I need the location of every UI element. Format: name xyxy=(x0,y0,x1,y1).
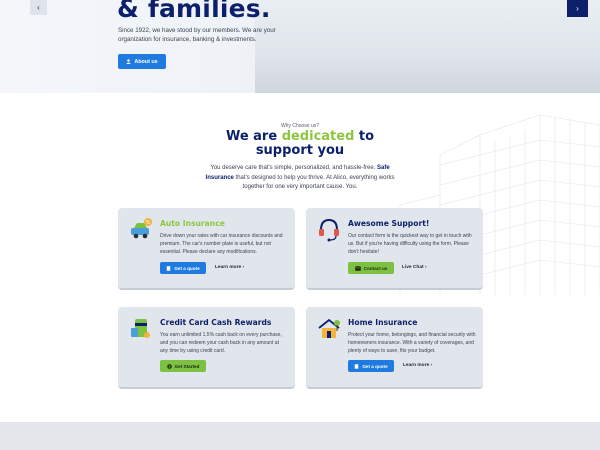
section-headline: We are dedicated to support you xyxy=(0,130,600,158)
card-auto-insurance: % Auto Insurance Drive down your rates w… xyxy=(118,208,295,290)
get-quote-button[interactable]: Get a quote xyxy=(160,262,206,274)
live-chat-link[interactable]: Live Chat › xyxy=(402,265,427,270)
chevron-left-icon: ‹ xyxy=(37,3,40,12)
chevron-right-icon: › xyxy=(430,363,433,368)
card-title: Awesome Support! xyxy=(348,219,430,228)
contact-us-button[interactable]: Contact us xyxy=(348,262,394,274)
hero-description: Since 1922, we have stood by our members… xyxy=(118,27,276,44)
document-icon xyxy=(167,265,171,271)
link-label: Learn more xyxy=(403,363,430,368)
card-credit-card-rewards: Credit Card Cash Rewards You earn unlimi… xyxy=(118,307,295,389)
user-icon xyxy=(126,59,132,64)
hero-section: & families. Since 1922, we have stood by… xyxy=(0,0,600,93)
car-icon: % xyxy=(131,218,152,239)
get-quote-button[interactable]: Get a quote xyxy=(348,360,394,372)
home-icon xyxy=(318,318,340,338)
hero-title: & families. xyxy=(117,0,271,23)
button-label: Get a quote xyxy=(362,363,388,369)
card-description: Drive down your rates with car insurance… xyxy=(160,233,283,256)
card-title: Auto Insurance xyxy=(160,219,225,228)
page: & families. Since 1922, we have stood by… xyxy=(0,0,600,450)
card-title: Credit Card Cash Rewards xyxy=(160,318,272,327)
chevron-right-icon: › xyxy=(424,265,427,270)
document-icon xyxy=(355,363,359,369)
section-intro: You deserve care that's simple, personal… xyxy=(200,164,400,193)
button-label: Get Started xyxy=(174,363,200,369)
chevron-right-icon: › xyxy=(576,4,579,13)
about-us-button[interactable]: About us xyxy=(118,54,166,69)
link-label: Live Chat xyxy=(402,265,424,270)
footer-band xyxy=(0,422,600,450)
card-description: Protect your home, belongings, and finan… xyxy=(348,332,476,355)
about-us-label: About us xyxy=(134,58,158,65)
envelope-icon xyxy=(354,265,361,271)
headline-accent: dedicated xyxy=(281,129,355,144)
card-home-insurance: Home Insurance Protect your home, belong… xyxy=(306,307,483,389)
learn-more-link[interactable]: Learn more › xyxy=(215,265,244,270)
arrow-circle-icon xyxy=(166,363,172,369)
headline-part1: We are xyxy=(225,129,282,144)
card-description: Our contact form is the quickest way to … xyxy=(348,233,472,256)
headline-part2: to xyxy=(354,129,375,144)
slider-prev-button[interactable]: ‹ xyxy=(30,0,47,15)
family-photo xyxy=(255,0,600,93)
chevron-right-icon: › xyxy=(242,265,245,270)
svg-text:%: % xyxy=(146,220,151,226)
intro-text-end: that's designed to help you thrive. At A… xyxy=(233,174,395,191)
slider-next-button[interactable]: › xyxy=(567,0,588,17)
intro-text-start: You deserve care that's simple, personal… xyxy=(210,165,377,171)
get-started-button[interactable]: Get Started xyxy=(160,360,206,372)
card-description: You earn unlimited 1.5% cash back on eve… xyxy=(160,332,282,355)
link-label: Learn more xyxy=(215,265,242,270)
headset-icon xyxy=(319,218,339,242)
credit-card-icon xyxy=(131,319,150,338)
headline-line2: support you xyxy=(255,143,345,158)
learn-more-link[interactable]: Learn more › xyxy=(403,363,432,368)
button-label: Get a quote xyxy=(174,265,200,271)
card-awesome-support: Awesome Support! Our contact form is the… xyxy=(306,208,483,290)
card-title: Home Insurance xyxy=(348,318,418,327)
button-label: Contact us xyxy=(363,265,388,271)
